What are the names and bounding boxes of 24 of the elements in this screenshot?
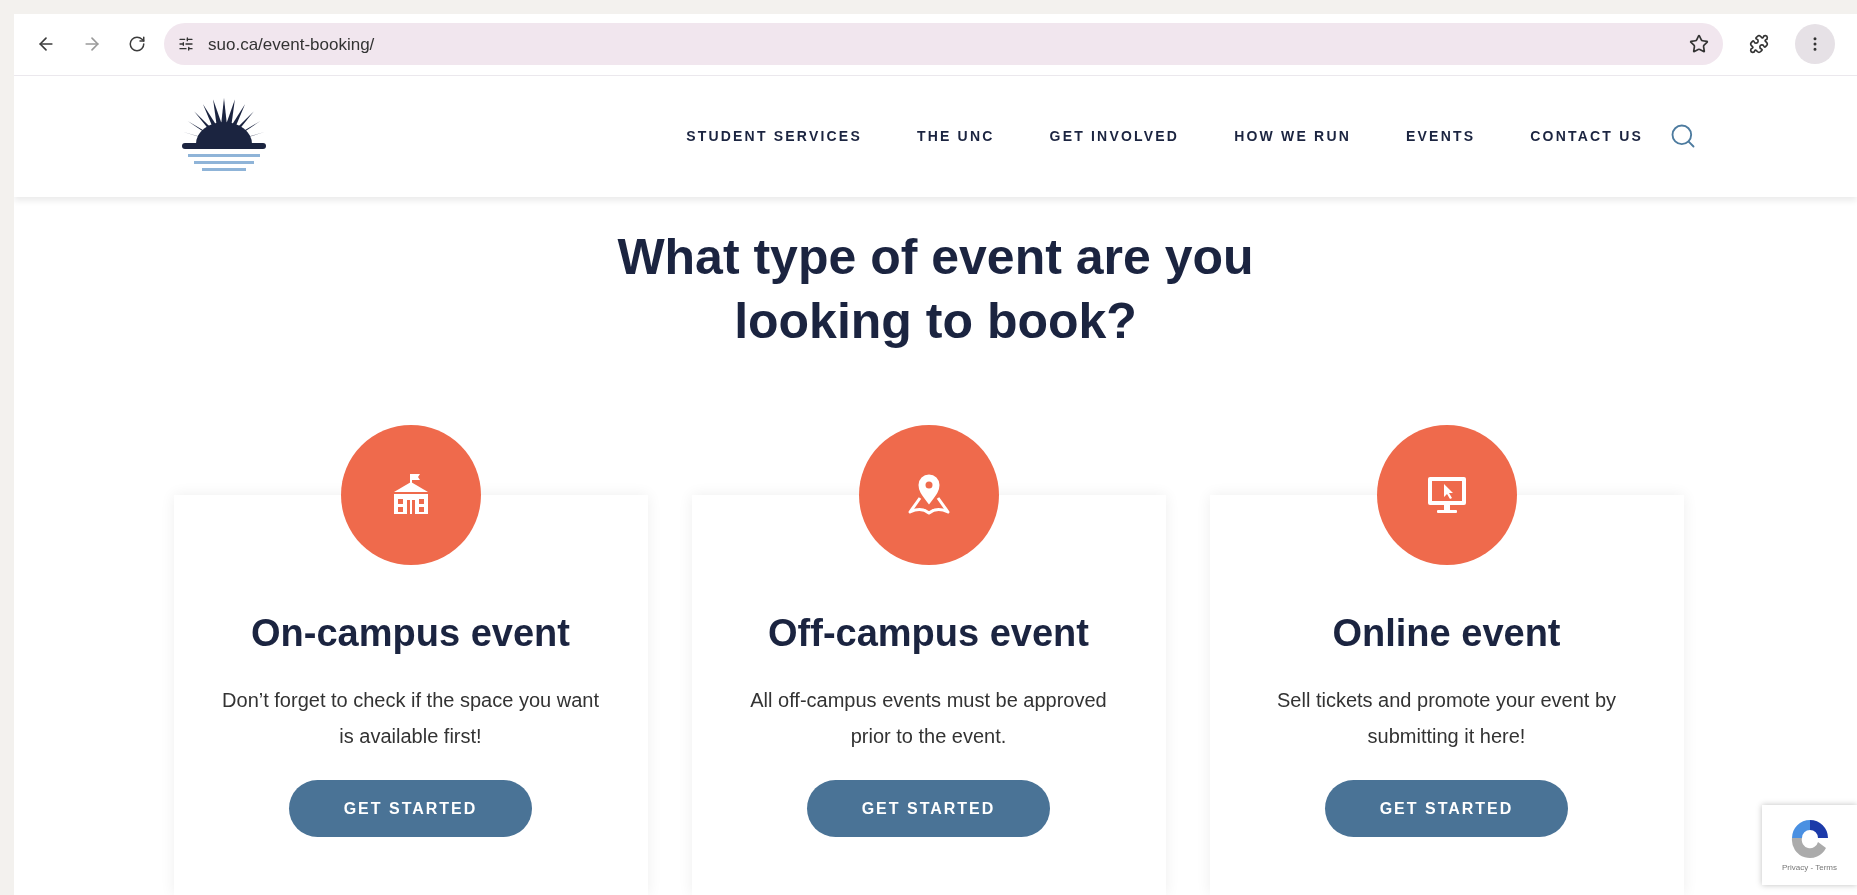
card-title: Online event [1332, 611, 1561, 656]
page-heading: What type of event are you looking to book? [616, 228, 1255, 351]
url-text: suo.ca/event-booking/ [208, 33, 376, 56]
bookmark-star-icon[interactable] [1689, 34, 1709, 55]
address-bar[interactable]: suo.ca/event-booking/ [164, 23, 1723, 66]
nav-link[interactable]: STUDENT SERVICES [686, 125, 862, 147]
nav-link[interactable]: THE UNC [916, 125, 995, 147]
card-title: On-campus event [251, 611, 570, 656]
card-title: Off-campus event [768, 611, 1089, 656]
card-description: Don’t forget to check if the space you want is available first! [221, 688, 600, 749]
nav-link[interactable]: CONTACT US [1530, 125, 1643, 147]
nav-link[interactable]: GET INVOLVED [1049, 125, 1180, 147]
site-settings-icon[interactable] [178, 36, 194, 53]
recaptcha-badge[interactable]: Privacy - Terms [1762, 805, 1857, 885]
get-started-button[interactable]: GET STARTED [807, 780, 1050, 837]
recaptcha-links[interactable]: Privacy - Terms [1782, 862, 1837, 874]
reload-icon[interactable] [128, 35, 146, 54]
get-started-button[interactable]: GET STARTED [289, 780, 532, 837]
nav-link[interactable]: EVENTS [1406, 125, 1476, 147]
extensions-icon[interactable] [1749, 34, 1769, 55]
card-description: Sell tickets and promote your event by submitting it here! [1275, 688, 1618, 749]
get-started-button[interactable]: GET STARTED [1325, 780, 1568, 837]
nav-link[interactable]: HOW WE RUN [1234, 125, 1352, 147]
card-description: All off-campus events must be approved prior to the event. [749, 688, 1108, 749]
